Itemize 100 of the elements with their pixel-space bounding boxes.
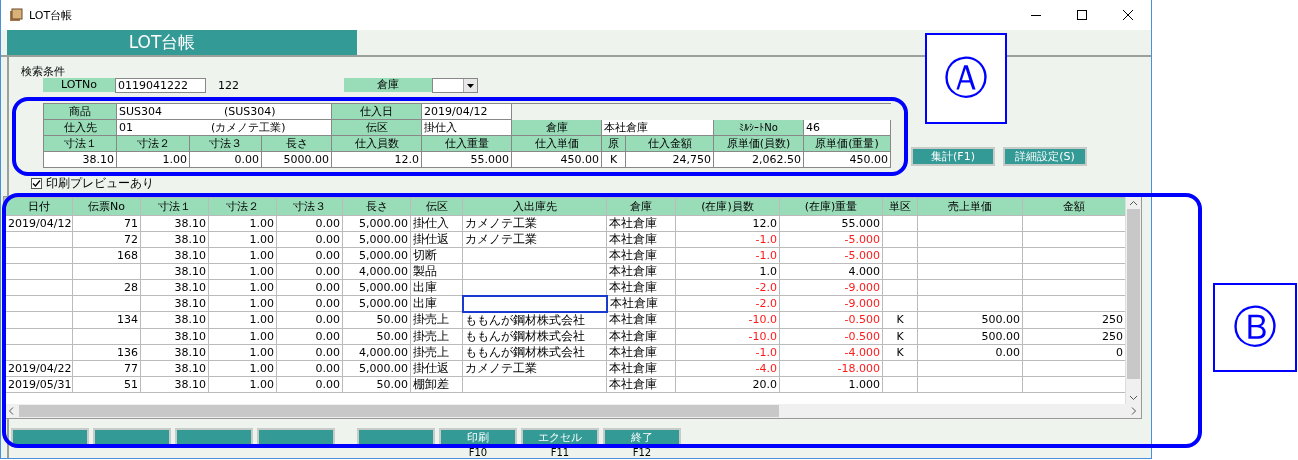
table-cell: 0.00 [276, 376, 343, 392]
column-header[interactable]: 伝区 [410, 197, 463, 216]
field-label: LOTNo [43, 78, 115, 92]
table-cell: 0.00 [276, 328, 343, 344]
table-cell [882, 215, 918, 232]
column-header[interactable]: 金額 [1022, 197, 1125, 216]
column-header[interactable]: 売上単価 [917, 197, 1023, 216]
table-cell: 1.000 [779, 376, 883, 392]
checkbox[interactable] [31, 178, 42, 189]
checkbox-label: 印刷プレビューあり [46, 175, 154, 192]
table-cell: 12.0 [675, 215, 780, 232]
column-header[interactable]: (在庫)員数 [675, 197, 780, 216]
table-cell: 72 [72, 231, 141, 248]
table-cell: 0.00 [917, 344, 1023, 360]
table-cell: 0.00 [276, 263, 343, 280]
table-cell: 5,000.00 [342, 295, 411, 312]
table-cell: 出庫 [410, 295, 463, 312]
table-cell: -10.0 [675, 328, 780, 344]
table-cell: 136 [72, 344, 141, 360]
table-cell: 450.00 [512, 152, 602, 168]
table-cell: 50.00 [342, 328, 411, 344]
table-cell: 1.00 [208, 215, 277, 232]
table-cell: 28 [72, 279, 141, 296]
table-cell: 2019/04/12 [422, 104, 512, 120]
table-cell: 0.00 [276, 279, 343, 296]
table-cell: -0.500 [779, 311, 883, 328]
table-cell: 134 [72, 311, 141, 328]
callout-label: Ⓐ [925, 33, 1007, 124]
column-header[interactable]: 日付 [4, 197, 73, 216]
table-cell [72, 328, 141, 344]
table-cell: 5000.00 [262, 152, 332, 168]
table-cell: 切断 [410, 247, 463, 264]
table-cell [882, 247, 918, 264]
table-cell: -5.000 [779, 231, 883, 248]
table-cell: 38.10 [140, 263, 209, 280]
table-cell: 0.00 [276, 247, 343, 264]
table-cell [882, 263, 918, 280]
table-cell: 38.10 [140, 279, 209, 296]
table-cell: -9.000 [779, 279, 883, 296]
table-cell: K [602, 152, 626, 168]
table-cell: -2.0 [675, 295, 780, 312]
table-cell: 棚卸差 [410, 376, 463, 392]
table-cell: 0.00 [276, 231, 343, 248]
table-cell [882, 376, 918, 392]
column-header[interactable]: 伝票No [72, 197, 141, 216]
table-header-cell: 原単価(員数) [714, 136, 804, 152]
column-header[interactable]: 寸法３ [276, 197, 343, 216]
table-cell: 50.00 [342, 376, 411, 392]
table-cell [4, 295, 73, 312]
warehouse-dropdown[interactable] [432, 77, 478, 93]
table-cell: 4,000.00 [342, 344, 411, 360]
column-header[interactable]: 寸法２ [208, 197, 277, 216]
column-header[interactable]: (在庫)重量 [779, 197, 883, 216]
table-cell: ももんが鋼材株式会社 [462, 311, 607, 328]
table-cell [4, 279, 73, 296]
table-cell: 本社倉庫 [606, 328, 676, 344]
table-cell: 5,000.00 [342, 360, 411, 376]
table-cell: 38.10 [140, 231, 209, 248]
column-header[interactable]: 単区 [882, 197, 918, 216]
table-cell: 本社倉庫 [606, 215, 676, 232]
table-cell: 38.10 [140, 215, 209, 232]
table-cell: 掛仕入 [422, 120, 512, 136]
table-cell: 1.00 [208, 376, 277, 392]
table-cell: 77 [72, 360, 141, 376]
table-cell: 50.00 [342, 311, 411, 328]
table-cell: 1.00 [208, 328, 277, 344]
table-cell [882, 360, 918, 376]
table-cell: 掛売上 [410, 311, 463, 328]
table-header-cell: 寸法１ [44, 136, 117, 152]
column-header[interactable]: 倉庫 [606, 197, 676, 216]
table-cell: 製品 [410, 263, 463, 280]
table-cell: 掛仕入 [410, 215, 463, 232]
table-cell: 450.00 [804, 152, 891, 168]
table-cell [4, 247, 73, 264]
count-text: 122 [218, 78, 240, 92]
table-cell: -9.000 [779, 295, 883, 312]
table-cell: 本社倉庫 [606, 279, 676, 296]
column-header[interactable]: 入出庫先 [462, 197, 607, 216]
table-cell: -1.0 [675, 344, 780, 360]
table-cell: カメノテ工業 [462, 231, 607, 248]
table-cell [882, 279, 918, 296]
table-cell: 51 [72, 376, 141, 392]
column-header[interactable]: 長さ [342, 197, 411, 216]
table-cell: 1.00 [208, 279, 277, 296]
table-cell: 0.00 [190, 152, 262, 168]
table-cell: 出庫 [410, 279, 463, 296]
table-cell: 38.10 [44, 152, 117, 168]
column-header[interactable]: 寸法１ [140, 197, 209, 216]
lot-number-field[interactable]: 0119041222 [115, 77, 206, 93]
table-cell: 掛仕返 [410, 360, 463, 376]
table-cell: 38.10 [140, 344, 209, 360]
table-header-cell: 商品 [44, 104, 117, 120]
table-cell: 500.00 [917, 328, 1023, 344]
screen-title: LOT台帳 [7, 30, 357, 55]
table-cell: 38.10 [140, 295, 209, 312]
table-cell: -1.0 [675, 247, 780, 264]
table-cell: -1.0 [675, 231, 780, 248]
key-label: F12 [632, 447, 652, 458]
table-cell: 71 [72, 215, 141, 232]
table-cell: 168 [72, 247, 141, 264]
